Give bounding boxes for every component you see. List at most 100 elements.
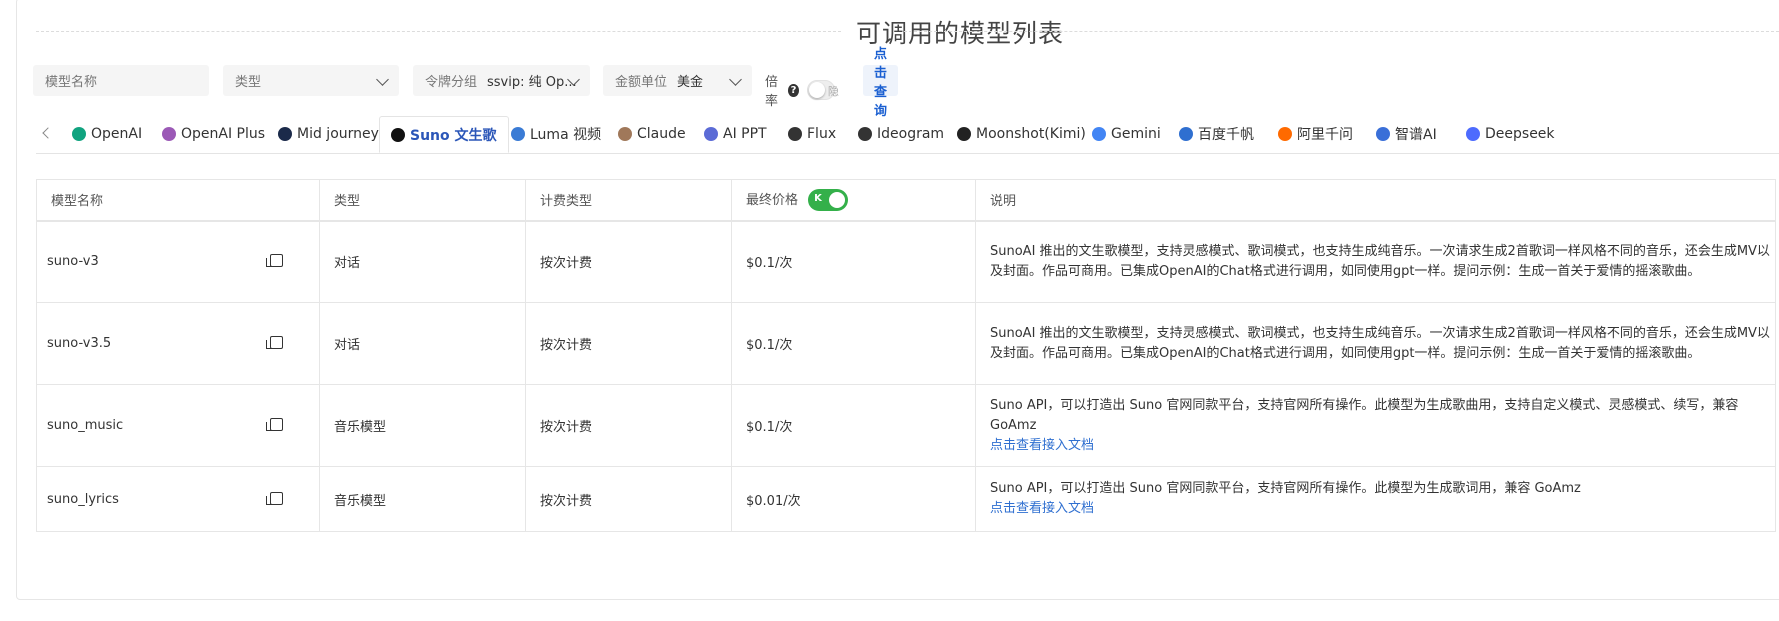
table-row: suno_music 音乐模型 按次计费 $0.1/次 Suno API，可以打造出 S… (36, 384, 1776, 467)
tab-deepseek[interactable]: Deepseek (1466, 116, 1555, 152)
cell-price: $0.1/次 (731, 302, 976, 385)
cell-model-name-text: suno_music (47, 418, 124, 433)
table-row: suno_lyrics 音乐模型 按次计费 $0.01/次 Suno API，可以打造出… (36, 466, 1776, 532)
tab-kimi[interactable]: Moonshot(Kimi) (957, 116, 1086, 152)
suno-icon (391, 127, 405, 142)
cell-billing: 按次计费 (525, 302, 732, 385)
cell-model-name: suno_music (36, 384, 320, 467)
tab-label: Luma 视频 (530, 127, 602, 143)
claude-icon (618, 127, 632, 141)
cell-billing: 按次计费 (525, 384, 732, 467)
table-row: suno-v3 对话 按次计费 $0.1/次 SunoAI 推出的文生歌模型，支持灵感模… (36, 220, 1776, 303)
tab-claude[interactable]: Claude (618, 116, 686, 152)
tab-label: Mid journey (297, 126, 379, 142)
desc-text: SunoAI 推出的文生歌模型，支持灵感模式、歌词模式，也支持生成纯音乐。一次请… (990, 243, 1770, 279)
tab-label: Deepseek (1485, 126, 1555, 142)
copy-icon[interactable] (266, 491, 283, 505)
tab-label: Flux (807, 126, 837, 142)
tab-label: Suno 文生歌 (410, 127, 497, 144)
tab-gemini[interactable]: Gemini (1092, 116, 1161, 152)
title-divider-left (36, 31, 841, 32)
tab-ai-ppt[interactable]: AI PPT (704, 116, 767, 152)
cell-price: $0.1/次 (731, 220, 976, 303)
query-button[interactable]: 点击查询 (863, 47, 899, 119)
tab-label: OpenAI (91, 126, 143, 142)
tab-qwen[interactable]: 阿里千问 (1278, 116, 1353, 152)
cell-billing-text: 按次计费 (540, 420, 593, 435)
cell-model-name-text: suno-v3.5 (47, 336, 112, 351)
cell-billing-text: 按次计费 (540, 338, 593, 353)
title-row: 可调用的模型列表 (36, 14, 1779, 48)
provider-tabs: OpenAI OpenAI Plus Mid journey Suno 文生歌 Luma… (36, 116, 1779, 154)
cell-type-text: 对话 (334, 256, 361, 272)
model-name-input[interactable]: 模型名称 (33, 65, 209, 96)
copy-icon[interactable] (266, 254, 283, 268)
tab-openai[interactable]: OpenAI (72, 116, 142, 152)
tab-midjourney[interactable]: Mid journey (278, 116, 379, 152)
model-name-placeholder: 模型名称 (45, 75, 98, 90)
tab-label: Moonshot(Kimi) (976, 126, 1086, 142)
tab-openai-plus[interactable]: OpenAI Plus (162, 116, 265, 152)
tab-zhipu[interactable]: 智谱AI (1376, 116, 1437, 152)
cell-desc: SunoAI 推出的文生歌模型，支持灵感模式、歌词模式，也支持生成纯音乐。一次请… (975, 220, 1776, 303)
price-toggle[interactable]: K (808, 189, 849, 211)
kimi-icon (957, 127, 971, 141)
cell-type: 对话 (319, 220, 526, 303)
copy-icon[interactable] (266, 336, 283, 349)
deepseek-icon (1466, 127, 1480, 141)
qwen-icon (1278, 127, 1292, 141)
tab-label: Claude (637, 126, 686, 142)
rate-toggle[interactable]: 隐 (806, 80, 839, 100)
chevron-down-icon (729, 73, 742, 86)
cell-type-text: 音乐模型 (334, 493, 387, 509)
cell-desc: SunoAI 推出的文生歌模型，支持灵感模式、歌词模式，也支持生成纯音乐。一次请… (975, 302, 1776, 385)
token-group-value: ssvip: 纯 Op... (487, 75, 577, 90)
cell-model-name: suno-v3.5 (36, 302, 320, 385)
cell-type: 音乐模型 (319, 466, 526, 532)
token-group-select[interactable]: 令牌分组 ssvip: 纯 Op... (413, 65, 590, 96)
tab-label: 阿里千问 (1297, 127, 1353, 143)
ai-ppt-icon (704, 127, 718, 141)
type-select[interactable]: 类型 (223, 65, 399, 96)
openai-icon (72, 127, 86, 141)
rate-toggle-text: 隐 (827, 85, 839, 98)
desc-text: SunoAI 推出的文生歌模型，支持灵感模式、歌词模式，也支持生成纯音乐。一次请… (990, 325, 1770, 361)
tab-label: OpenAI Plus (181, 126, 266, 142)
tab-label: AI PPT (723, 126, 767, 142)
cell-model-name: suno-v3 (36, 220, 320, 303)
cell-desc: Suno API，可以打造出 Suno 官网同款平台，支持官网所有操作。此模型为… (975, 466, 1776, 532)
cell-billing-text: 按次计费 (540, 256, 593, 272)
openai-plus-icon (162, 127, 176, 141)
copy-icon[interactable] (266, 418, 283, 431)
tab-ideogram[interactable]: Ideogram (858, 116, 944, 152)
doc-link[interactable]: 点击查看接入文档 (990, 499, 1775, 519)
table-row: suno-v3.5 对话 按次计费 $0.1/次 SunoAI 推出的文生歌模型，支持灵… (36, 302, 1776, 385)
token-group-label: 令牌分组 (425, 75, 478, 90)
tab-label: Ideogram (877, 126, 945, 142)
currency-select[interactable]: 金额单位 美金 (603, 65, 752, 96)
page-title: 可调用的模型列表 (856, 19, 1065, 48)
tab-label: 百度千帆 (1198, 127, 1254, 143)
tab-suno[interactable]: Suno 文生歌 (379, 116, 509, 153)
gemini-icon (1092, 127, 1106, 141)
cell-billing: 按次计费 (525, 220, 732, 303)
zhipu-icon (1376, 127, 1390, 141)
price-toggle-text: K (814, 193, 822, 204)
flux-icon (788, 127, 802, 141)
header-model-name: 模型名称 (36, 179, 320, 222)
chevron-down-icon (376, 73, 389, 86)
cell-billing-text: 按次计费 (540, 493, 593, 509)
chevron-left-icon[interactable] (42, 127, 54, 139)
cell-price-text: $0.1/次 (746, 338, 793, 353)
type-select-label: 类型 (235, 75, 262, 90)
tab-luma[interactable]: Luma 视频 (511, 116, 601, 152)
tab-baidu[interactable]: 百度千帆 (1179, 116, 1254, 152)
doc-link[interactable]: 点击查看接入文档 (990, 436, 1775, 456)
cell-price: $0.1/次 (731, 384, 976, 467)
midjourney-icon (278, 127, 292, 141)
help-icon[interactable]: ? (788, 83, 799, 97)
cell-type: 对话 (319, 302, 526, 385)
tab-flux[interactable]: Flux (788, 116, 836, 152)
table-header-row: 模型名称 类型 计费类型 最终价格 K 说明 (36, 179, 1776, 222)
cell-price-text: $0.1/次 (746, 256, 793, 272)
